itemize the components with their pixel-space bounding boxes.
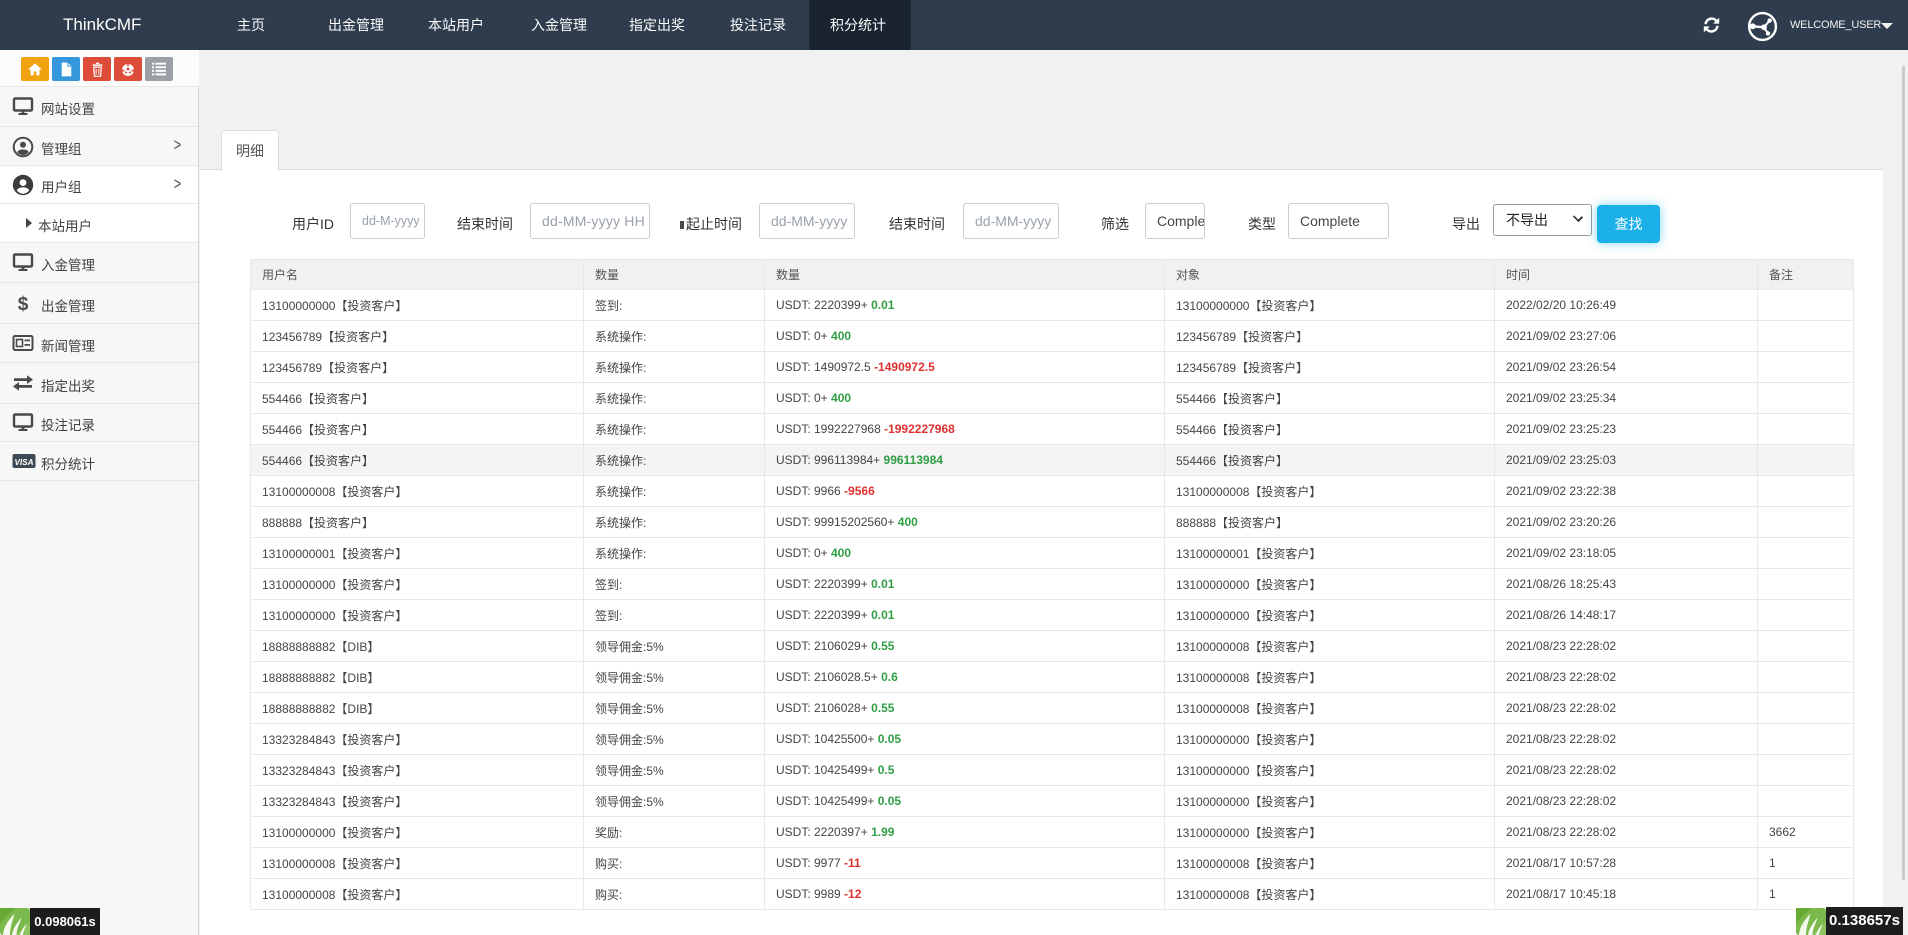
svg-text:$: $	[18, 294, 29, 315]
svg-text:VISA: VISA	[14, 458, 33, 467]
